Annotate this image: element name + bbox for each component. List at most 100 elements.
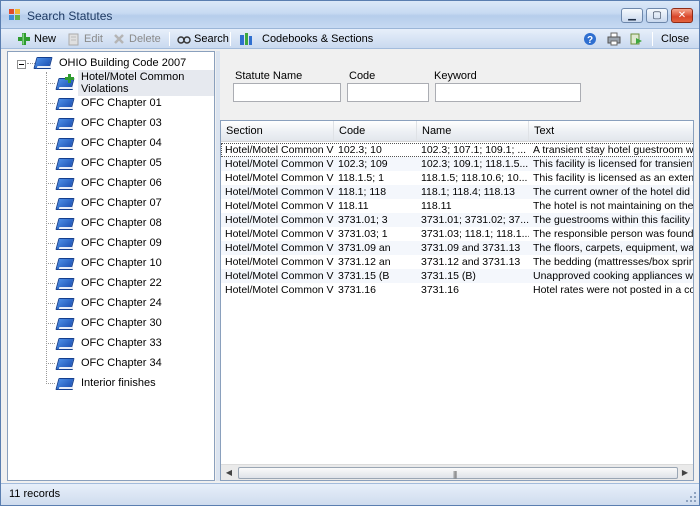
- minimize-button[interactable]: ▁: [621, 8, 643, 23]
- book-icon: [55, 116, 75, 131]
- table-row[interactable]: Hotel/Motel Common Vi... 3731.03; 1 3731.0…: [221, 227, 693, 241]
- tree-node[interactable]: OFC Chapter 01: [8, 93, 214, 113]
- title-bar[interactable]: Search Statutes ▁ ▢ ✕: [1, 1, 699, 29]
- close-button[interactable]: Close: [661, 31, 689, 47]
- print-button[interactable]: [607, 31, 621, 47]
- table-row[interactable]: Hotel/Motel Common Vi... 118.1; 118 118.1;…: [221, 185, 693, 199]
- tree-connector: [46, 123, 55, 124]
- cell-code: 3731.03; 1: [338, 228, 388, 240]
- cell-name: 102.3; 107.1; 109.1; ...: [421, 144, 527, 156]
- tree-node[interactable]: OFC Chapter 33: [8, 333, 214, 353]
- cell-name: 3731.09 and 3731.13: [421, 242, 521, 254]
- code-input[interactable]: [347, 83, 429, 102]
- table-row[interactable]: Hotel/Motel Common Vi... 3731.12 an 3731.1…: [221, 255, 693, 269]
- code-label: Code: [349, 70, 376, 82]
- table-row[interactable]: Hotel/Motel Common Vi... 3731.16 3731.16 Ho…: [221, 283, 693, 297]
- delete-button[interactable]: Delete: [112, 31, 161, 47]
- tree-node-label: OFC Chapter 22: [81, 277, 162, 289]
- svg-text:?: ?: [587, 35, 593, 46]
- cell-code: 118.1; 118: [338, 186, 387, 198]
- maximize-button[interactable]: ▢: [646, 8, 668, 23]
- cell-section: Hotel/Motel Common Vi...: [225, 186, 334, 198]
- cell-text: Hotel rates were not posted in a conspic: [533, 284, 693, 296]
- tree-node[interactable]: OFC Chapter 34: [8, 353, 214, 373]
- cell-section: Hotel/Motel Common Vi...: [225, 214, 334, 226]
- export-button[interactable]: [629, 31, 643, 47]
- tree-node[interactable]: OFC Chapter 22: [8, 273, 214, 293]
- book-icon: [55, 296, 75, 311]
- tree-connector: [46, 143, 55, 144]
- codebooks-sections-button[interactable]: Codebooks & Sections: [239, 31, 373, 47]
- cell-code: 118.11: [338, 200, 369, 212]
- delete-label: Delete: [129, 33, 161, 45]
- tree-connector: [46, 203, 55, 204]
- edit-label: Edit: [84, 33, 103, 45]
- column-header-section[interactable]: Section: [221, 121, 334, 142]
- table-row[interactable]: Hotel/Motel Common Vi... 102.3; 109 102.3;…: [221, 157, 693, 171]
- cell-name: 3731.16: [421, 284, 459, 296]
- codebooks-icon: [239, 32, 253, 46]
- collapse-toggle[interactable]: [17, 60, 26, 69]
- statute-name-label: Statute Name: [235, 70, 303, 82]
- cell-text: The current owner of the hotel did not a: [533, 186, 693, 198]
- book-icon: [55, 196, 75, 211]
- cell-code: 3731.09 an: [338, 242, 391, 254]
- cell-name: 118.11: [421, 200, 452, 212]
- table-row[interactable]: Hotel/Motel Common Vi... 102.3; 10 102.3; …: [221, 143, 694, 157]
- scroll-right-icon[interactable]: ▶: [677, 465, 693, 480]
- resize-grip-icon[interactable]: [686, 492, 696, 502]
- statute-name-input[interactable]: [233, 83, 341, 102]
- cell-section: Hotel/Motel Common Vi...: [225, 172, 334, 184]
- tree-node[interactable]: OFC Chapter 03: [8, 113, 214, 133]
- table-row[interactable]: Hotel/Motel Common Vi... 3731.15 (B 3731.1…: [221, 269, 693, 283]
- keyword-input[interactable]: [435, 83, 581, 102]
- tree-node[interactable]: OFC Chapter 10: [8, 253, 214, 273]
- app-icon: [9, 9, 21, 21]
- new-button[interactable]: New: [17, 31, 56, 47]
- edit-button[interactable]: Edit: [67, 31, 103, 47]
- table-row[interactable]: Hotel/Motel Common Vi... 3731.09 an 3731.0…: [221, 241, 693, 255]
- tree-connector: [46, 83, 55, 84]
- table-row[interactable]: Hotel/Motel Common Vi... 118.11 118.11 The …: [221, 199, 693, 213]
- grip-icon: |||: [453, 470, 457, 479]
- table-row[interactable]: Hotel/Motel Common Vi... 3731.01; 3 3731.0…: [221, 213, 693, 227]
- tree-connector: [46, 383, 55, 384]
- cell-text: A transient stay hotel guestroom was fo: [533, 144, 694, 156]
- tree-node[interactable]: OFC Chapter 08: [8, 213, 214, 233]
- tree-node[interactable]: Hotel/Motel Common Violations: [8, 70, 214, 96]
- toolbar-separator: [230, 32, 231, 46]
- cell-name: 102.3; 109.1; 118.1.5....: [421, 158, 529, 170]
- window-close-button[interactable]: ✕: [671, 8, 693, 23]
- tree-node[interactable]: OFC Chapter 05: [8, 153, 214, 173]
- help-button[interactable]: ?: [583, 31, 597, 47]
- cell-code: 3731.12 an: [338, 256, 391, 268]
- table-row[interactable]: Hotel/Motel Common Vi... 118.1.5; 1 118.1.…: [221, 171, 694, 185]
- results-grid[interactable]: Section Code Name Text Hotel/Motel Commo…: [220, 120, 694, 481]
- tree-node[interactable]: OFC Chapter 06: [8, 173, 214, 193]
- cell-code: 102.3; 109: [338, 158, 388, 170]
- tree-node-label: OFC Chapter 07: [81, 197, 162, 209]
- cell-text: This facility is licensed as an extended…: [533, 172, 694, 184]
- tree-node[interactable]: OFC Chapter 30: [8, 313, 214, 333]
- record-count: 11 records: [9, 488, 61, 500]
- tree-node[interactable]: Interior finishes: [8, 373, 214, 393]
- cell-section: Hotel/Motel Common Vi...: [225, 242, 334, 254]
- column-header-code[interactable]: Code: [334, 121, 417, 142]
- search-button[interactable]: Search: [177, 31, 229, 47]
- book-icon: [55, 236, 75, 251]
- tree-node[interactable]: OFC Chapter 07: [8, 193, 214, 213]
- horizontal-scrollbar[interactable]: ◀ ||| ▶: [221, 464, 693, 480]
- column-header-text[interactable]: Text: [529, 121, 693, 142]
- book-icon: [55, 316, 75, 331]
- toolbar-separator: [169, 32, 170, 46]
- column-header-name[interactable]: Name: [417, 121, 529, 142]
- scroll-thumb[interactable]: |||: [238, 467, 678, 479]
- tree-node[interactable]: OFC Chapter 04: [8, 133, 214, 153]
- tree-node[interactable]: OFC Chapter 09: [8, 233, 214, 253]
- cell-code: 3731.01; 3: [338, 214, 388, 226]
- scroll-left-icon[interactable]: ◀: [221, 465, 237, 480]
- delete-icon: [112, 32, 126, 46]
- tree-node[interactable]: OFC Chapter 24: [8, 293, 214, 313]
- cell-name: 3731.15 (B): [421, 270, 476, 282]
- codebook-tree[interactable]: OHIO Building Code 2007 Hotel/Motel Comm…: [7, 51, 215, 481]
